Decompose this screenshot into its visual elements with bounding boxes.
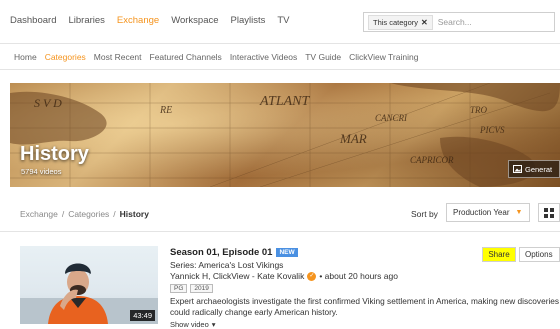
chevron-down-icon: ▼ [515,209,523,216]
video-description-line: Expert archaeologists investigate the fi… [170,296,560,306]
video-description-line: could radically change early American hi… [170,307,338,317]
rating-tag: PG [170,284,188,293]
map-label: MAR [339,131,367,146]
map-label: CAPRICOR [410,155,454,165]
image-icon [513,165,522,173]
video-thumbnail[interactable]: 43:49 [20,246,158,324]
category-title: History [20,143,89,165]
generate-button[interactable]: Generat [508,160,560,178]
breadcrumb: Exchange / Categories / History [20,209,149,219]
video-title[interactable]: Season 01, Episode 01 NEW [170,247,298,258]
sort-select[interactable]: Production Year ▼ [446,203,530,222]
show-video-label: Show video [170,320,209,329]
video-duration: 43:49 [130,310,155,321]
top-nav: Dashboard Libraries Exchange Workspace P… [10,15,290,26]
grid-icon [544,207,554,218]
video-time: • about 20 hours ago [319,271,398,281]
verified-icon: ✓ [307,271,317,281]
sub-nav-featured-channels[interactable]: Featured Channels [150,52,222,62]
breadcrumb-current: History [119,209,149,219]
year-tag: 2019 [190,284,213,293]
category-banner: S V D ATLANT MAR CANCRI CAPRICOR RE TRO … [10,83,560,187]
share-button[interactable]: Share [482,247,516,262]
video-author[interactable]: Yannick H, ClickView - Kate Kovalik [170,271,304,281]
map-label: RE [159,105,172,116]
search-placeholder: Search... [437,17,472,27]
top-nav-workspace[interactable]: Workspace [171,15,218,26]
map-label: PICVS [479,125,505,135]
breadcrumb-separator: / [61,209,65,219]
generate-label: Generat [525,164,553,174]
video-title-text[interactable]: Season 01, Episode 01 [170,247,272,258]
top-nav-tv[interactable]: TV [277,15,289,26]
show-video-toggle[interactable]: Show video ▾ [170,320,216,329]
video-series[interactable]: Series: America's Lost Vikings [170,260,283,270]
map-label: CANCRI [375,113,408,123]
video-description: Expert archaeologists investigate the fi… [170,296,560,318]
top-bar: Dashboard Libraries Exchange Workspace P… [0,0,560,44]
sub-nav-tv-guide[interactable]: TV Guide [305,52,341,62]
top-nav-exchange[interactable]: Exchange [117,15,159,26]
category-filter-label: This category [373,17,419,27]
sort-label: Sort by [411,209,438,219]
options-button[interactable]: Options [519,247,560,262]
new-badge: NEW [276,248,298,257]
sub-nav-categories[interactable]: Categories [45,52,86,62]
chevron-down-icon: ▾ [211,320,216,329]
map-label: ATLANT [259,94,310,109]
sub-nav: Home Categories Most Recent Featured Cha… [0,44,560,70]
sort-value: Production Year [453,208,510,217]
breadcrumb-categories[interactable]: Categories [68,209,109,219]
map-label: S V D [34,96,62,110]
grid-view-button[interactable] [538,203,560,222]
sub-nav-most-recent[interactable]: Most Recent [94,52,142,62]
sub-nav-home[interactable]: Home [14,52,37,62]
top-nav-libraries[interactable]: Libraries [68,15,104,26]
sub-nav-interactive-videos[interactable]: Interactive Videos [230,52,297,62]
breadcrumb-separator: / [113,209,116,219]
breadcrumb-exchange[interactable]: Exchange [20,209,58,219]
video-tags: PG 2019 [170,284,213,293]
map-label: TRO [470,105,488,115]
top-nav-playlists[interactable]: Playlists [231,15,266,26]
world-map-image: S V D ATLANT MAR CANCRI CAPRICOR RE TRO … [10,83,560,187]
category-filter-chip[interactable]: This category ✕ [368,14,433,30]
close-icon[interactable]: ✕ [421,18,428,27]
top-nav-dashboard[interactable]: Dashboard [10,15,56,26]
video-meta: Yannick H, ClickView - Kate Kovalik ✓ • … [170,271,398,281]
search-input[interactable]: This category ✕ Search... [363,12,555,32]
video-count: 5794 videos [21,167,62,176]
sub-nav-clickview-training[interactable]: ClickView Training [349,52,418,62]
